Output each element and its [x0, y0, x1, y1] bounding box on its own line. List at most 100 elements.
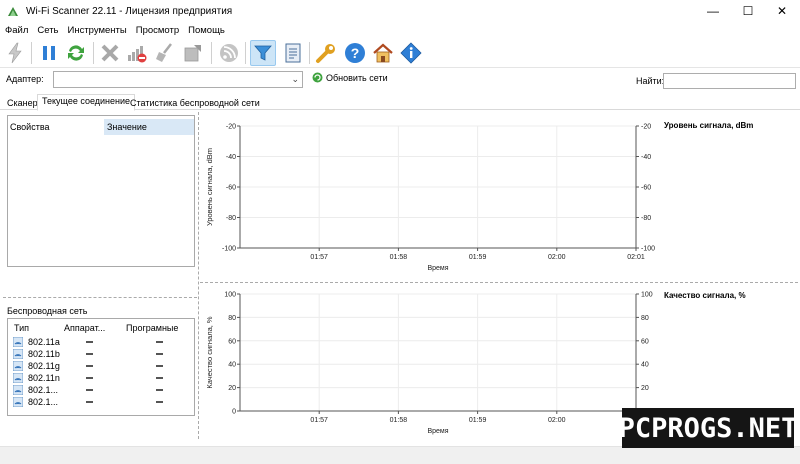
x-tick-label: 01:58 [390, 417, 408, 424]
export-icon[interactable] [180, 40, 206, 66]
column-type[interactable]: Тип [14, 323, 29, 333]
table-row[interactable]: 802.11n [8, 372, 194, 384]
wifi-standard-name: 802.11a [28, 337, 60, 347]
properties-header: Свойства Значение [8, 119, 194, 135]
help-icon[interactable]: ? [342, 40, 368, 66]
lightning-icon[interactable] [2, 40, 28, 66]
wireless-standards-table[interactable]: Тип Аппарат... Програмные 802.11a 802.11b… [7, 318, 195, 416]
wifi-standard-icon [13, 397, 23, 407]
column-properties[interactable]: Свойства [8, 119, 104, 135]
table-row[interactable]: 802.1... [8, 396, 194, 408]
y-tick-label: -60 [226, 185, 236, 192]
wifi-standard-icon [13, 361, 23, 371]
broom-icon[interactable] [152, 40, 178, 66]
x-axis-label: Время [427, 428, 448, 435]
filter-icon[interactable] [250, 40, 276, 66]
x-tick-label: 02:01 [627, 254, 645, 261]
hardware-support-dash [86, 389, 93, 391]
y-tick-label: 40 [228, 362, 236, 369]
wifi-standard-icon [13, 337, 23, 347]
table-row[interactable]: 802.1... [8, 384, 194, 396]
y-axis-label: Качество сигнала, % [205, 316, 214, 388]
table-row[interactable]: 802.11b [8, 348, 194, 360]
y-tick-label: 20 [228, 385, 236, 392]
adapter-dropdown[interactable]: ⌄ [53, 71, 303, 88]
right-tick-label: -80 [641, 215, 651, 222]
x-tick-label: 02:00 [548, 417, 566, 424]
vertical-splitter[interactable] [198, 112, 199, 439]
menu-view[interactable]: Просмотр [136, 25, 179, 36]
y-tick-label: 60 [228, 338, 236, 345]
right-tick-label: 60 [641, 338, 649, 345]
column-hardware[interactable]: Аппарат... [64, 323, 105, 333]
toolbar-separator [309, 42, 310, 64]
settings-wrench-icon[interactable] [313, 40, 339, 66]
y-tick-label: -100 [222, 246, 236, 253]
x-axis-label: Время [427, 265, 448, 272]
tab-strip: Сканер Текущее соединение Статистика бес… [0, 94, 800, 111]
right-tick-label: 20 [641, 385, 649, 392]
adapter-label: Адаптер: [6, 74, 44, 84]
menu-network[interactable]: Сеть [37, 25, 58, 36]
maximize-button[interactable]: ☐ [731, 0, 765, 22]
title-bar: Wi-Fi Scanner 22.11 - Лицензия предприят… [0, 0, 800, 22]
signal-quality-chart-title: Качество сигнала, % [664, 291, 746, 300]
table-row[interactable]: 802.11g [8, 360, 194, 372]
tab-current-connection[interactable]: Текущее соединение [37, 94, 136, 111]
x-tick-label: 02:00 [548, 254, 566, 261]
pcprogs-watermark-logo: PCPROGS.NET [619, 408, 797, 448]
wifi-scanner-app-icon [8, 7, 18, 16]
minimize-button[interactable]: — [696, 0, 730, 22]
chart-svg: -20 -40 -60 -80 -100 -20 -40 -60 -80 -100 01:57 01:… [205, 124, 655, 273]
hardware-support-dash [86, 365, 93, 367]
right-tick-label: -20 [641, 124, 651, 131]
y-tick-label: 100 [224, 292, 236, 299]
window-title: Wi-Fi Scanner 22.11 - Лицензия предприят… [26, 5, 233, 17]
hardware-support-dash [86, 341, 93, 343]
chevron-down-icon: ⌄ [291, 74, 299, 84]
find-label: Найти: [636, 76, 665, 86]
column-value[interactable]: Значение [104, 119, 194, 135]
hardware-support-dash [86, 401, 93, 403]
wifi-standard-icon [13, 373, 23, 383]
refresh-networks-icon [312, 72, 323, 83]
column-software[interactable]: Програмные [126, 323, 178, 333]
menu-bar: Файл Сеть Инструменты Просмотр Помощь [0, 22, 800, 38]
x-tick-label: 01:57 [310, 254, 328, 261]
y-tick-label: -20 [226, 124, 236, 131]
signal-level-chart-title: Уровень сигнала, dBm [664, 121, 754, 130]
info-icon[interactable] [398, 40, 424, 66]
wifi-standard-icon [13, 385, 23, 395]
refresh-icon[interactable] [63, 40, 89, 66]
feed-icon[interactable] [216, 40, 242, 66]
right-tick-label: -40 [641, 154, 651, 161]
refresh-networks-button[interactable]: Обновить сети [312, 72, 388, 83]
right-tick-label: -100 [641, 246, 655, 253]
menu-tools[interactable]: Инструменты [68, 25, 127, 36]
table-row[interactable]: 802.11a [8, 336, 194, 348]
toolbar: ? [0, 38, 800, 68]
home-icon[interactable] [370, 40, 396, 66]
software-support-dash [156, 365, 163, 367]
pause-icon[interactable] [36, 40, 62, 66]
find-input[interactable] [663, 73, 796, 89]
properties-table[interactable]: Свойства Значение [7, 115, 195, 267]
tab-wireless-stats[interactable]: Статистика беспроводной сети [125, 96, 265, 110]
left-horizontal-splitter[interactable] [3, 297, 197, 298]
software-support-dash [156, 341, 163, 343]
x-tick-label: 01:59 [469, 254, 487, 261]
status-bar [0, 446, 800, 464]
menu-file[interactable]: Файл [5, 25, 28, 36]
signal-stop-icon[interactable] [124, 40, 150, 66]
wifi-standard-name: 802.11n [28, 373, 60, 383]
software-support-dash [156, 401, 163, 403]
close-button[interactable]: ✕ [765, 0, 799, 22]
menu-help[interactable]: Помощь [188, 25, 225, 36]
watermark-text: PCPROGS.NET [618, 412, 798, 444]
wifi-standard-icon [13, 349, 23, 359]
notepad-icon[interactable] [280, 40, 306, 66]
refresh-networks-label: Обновить сети [326, 72, 388, 83]
y-tick-label: 80 [228, 315, 236, 322]
wireless-network-title: Беспроводная сеть [7, 306, 88, 316]
delete-icon[interactable] [97, 40, 123, 66]
